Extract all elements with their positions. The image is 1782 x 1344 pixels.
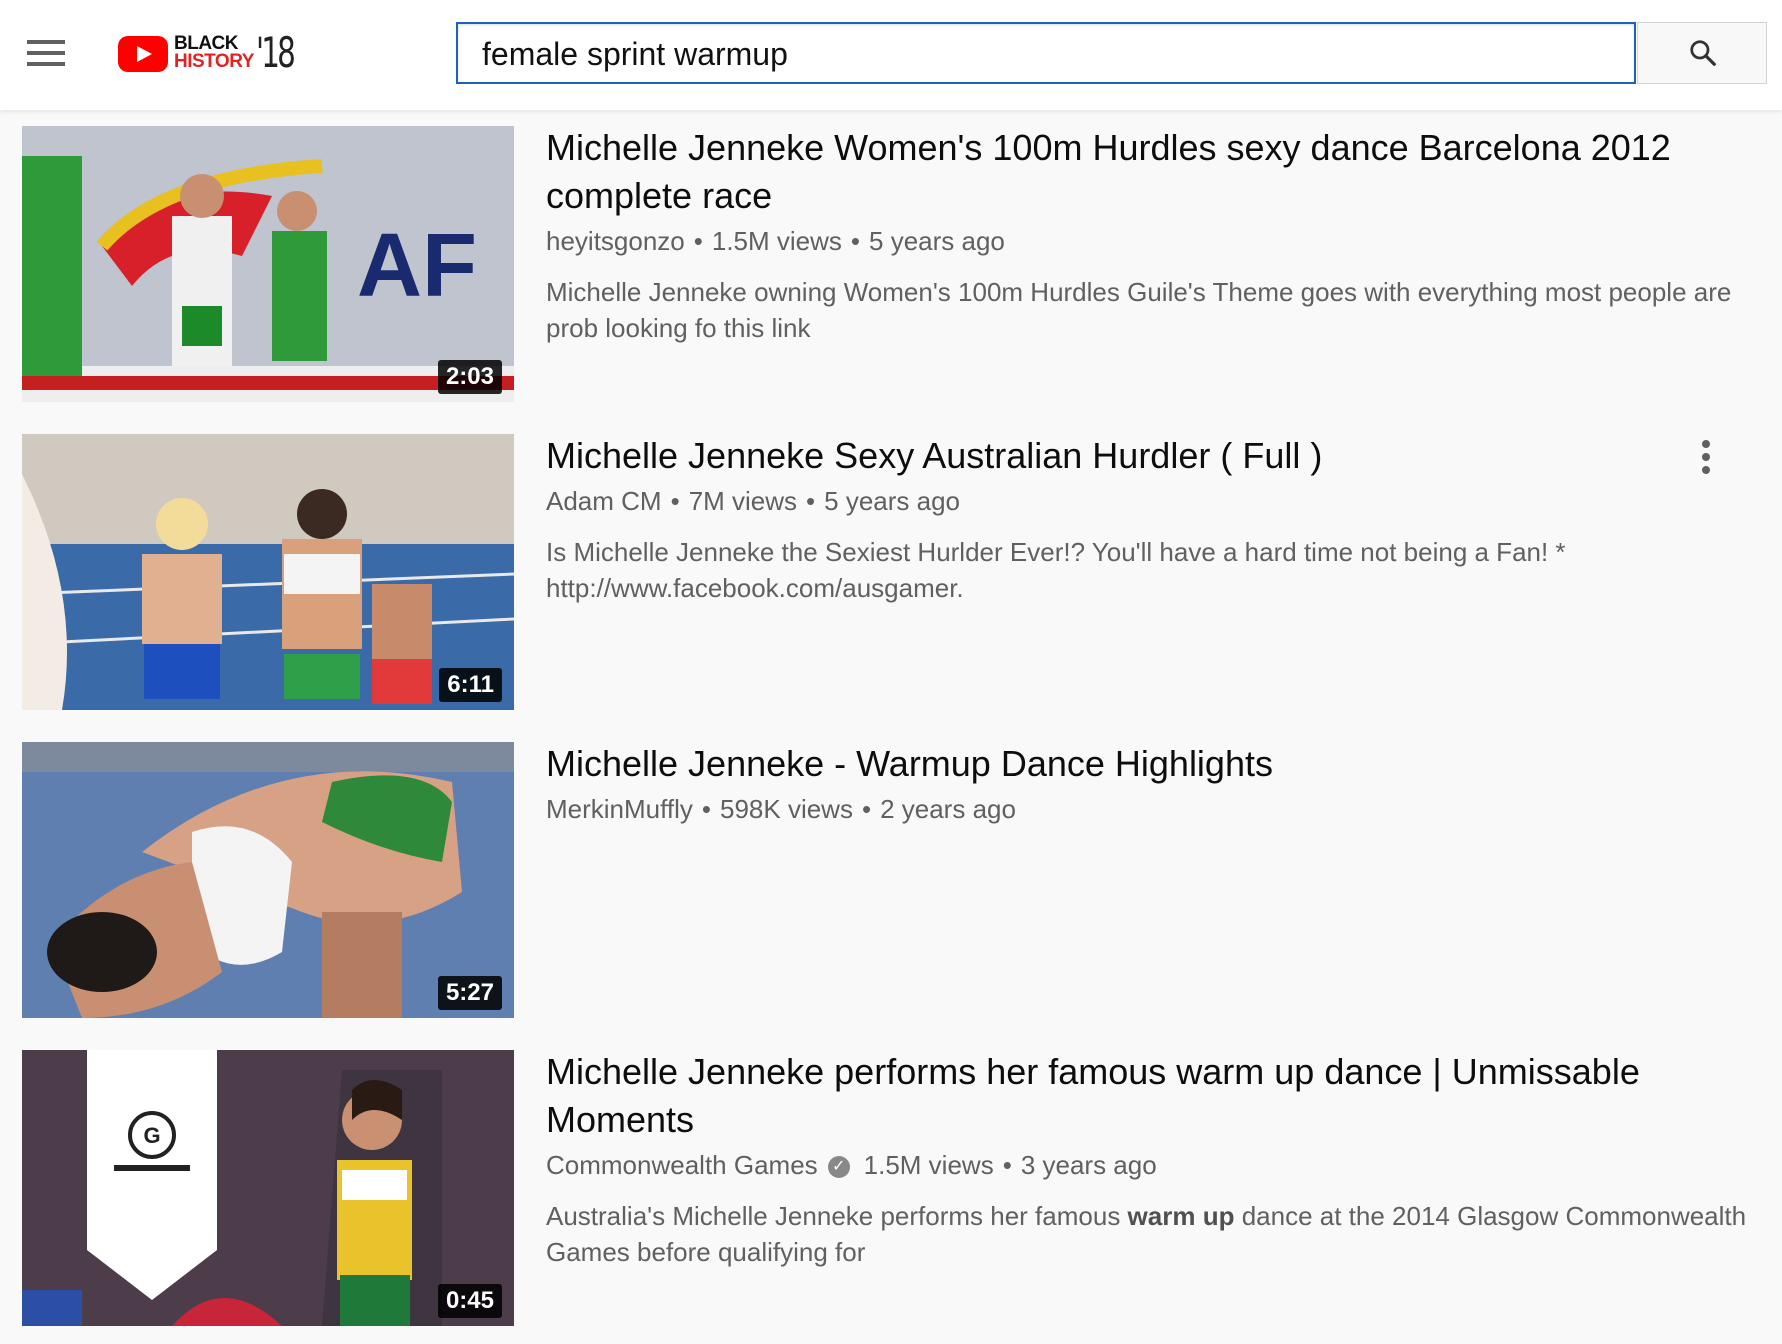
video-description: Australia's Michelle Jenneke performs he… [546,1201,1747,1267]
youtube-play-icon [118,36,168,72]
video-meta: MerkinMuffly • 598K views • 2 years ago [546,794,1016,824]
video-result: 5:27 Michelle Jenneke - Warmup Dance Hig… [0,726,1782,1018]
video-duration: 0:45 [437,1284,502,1318]
video-duration: 5:27 [437,976,502,1010]
channel-name[interactable]: heyitsgonzo [546,226,685,256]
channel-name[interactable]: Commonwealth Games [546,1150,818,1180]
video-info: Michelle Jenneke Sexy Australian Hurdler… [546,432,1746,606]
hamburger-menu-icon[interactable] [24,36,68,72]
video-thumbnail[interactable]: G 0:45 [22,1050,514,1326]
search-button[interactable] [1637,22,1767,84]
video-meta: Commonwealth Games ✓ 1.5M views • 3 years ag… [546,1150,1157,1180]
video-thumbnail[interactable]: 6:11 [22,434,514,710]
verified-check-icon: ✓ [827,1156,850,1179]
video-result: AF 2:03 Michelle Jenneke Women's 100m Hu… [0,110,1782,402]
video-info: Michelle Jenneke Women's 100m Hurdles se… [546,124,1746,346]
channel-name[interactable]: MerkinMuffly [546,794,693,824]
logo-year: '18 [256,28,296,77]
search-match-highlight: warm up [1127,1201,1235,1231]
video-title[interactable]: Michelle Jenneke - Warmup Dance Highligh… [546,740,1746,788]
video-meta: Adam CM • 7M views • 5 years ago [546,486,961,516]
video-title[interactable]: Michelle Jenneke performs her famous war… [546,1048,1746,1144]
upload-age: 2 years ago [880,794,1016,824]
upload-age: 5 years ago [824,486,961,516]
video-description: Michelle Jenneke owning Women's 100m Hur… [546,277,1732,343]
video-thumbnail[interactable]: AF 2:03 [22,126,514,402]
youtube-logo[interactable]: BLACK HISTORY '18 [118,30,298,80]
channel-name[interactable]: Adam CM [546,486,662,516]
svg-text:G: G [143,1123,160,1148]
view-count: 7M views [688,486,798,516]
video-meta: heyitsgonzo • 1.5M views • 5 years ago [546,226,1005,256]
video-thumbnail[interactable]: 5:27 [22,742,514,1018]
view-count: 1.5M views [711,226,842,256]
video-duration: 2:03 [437,360,502,394]
search-icon [1690,40,1716,66]
upload-age: 5 years ago [869,226,1005,256]
view-count: 598K views [720,794,853,824]
search-box [456,22,1636,84]
masthead: BLACK HISTORY '18 [0,0,1782,110]
more-vert-icon[interactable] [1696,436,1716,486]
logo-text: BLACK HISTORY [174,33,254,72]
video-title[interactable]: Michelle Jenneke Sexy Australian Hurdler… [546,432,1746,480]
search-input[interactable] [480,24,1604,84]
video-result: 6:11 Michelle Jenneke Sexy Australian Hu… [0,418,1782,710]
video-title[interactable]: Michelle Jenneke Women's 100m Hurdles se… [546,124,1746,220]
upload-age: 3 years ago [1020,1150,1157,1180]
svg-text:AF: AF [357,216,477,316]
video-result: G 0:45 Michelle Jenneke performs her fam… [0,1034,1782,1326]
view-count: 1.5M views [863,1150,994,1180]
video-description: Is Michelle Jenneke the Sexiest Hurlder … [546,537,1566,603]
video-duration: 6:11 [439,668,502,702]
video-info: Michelle Jenneke performs her famous war… [546,1048,1746,1270]
video-info: Michelle Jenneke - Warmup Dance Highligh… [546,740,1746,826]
